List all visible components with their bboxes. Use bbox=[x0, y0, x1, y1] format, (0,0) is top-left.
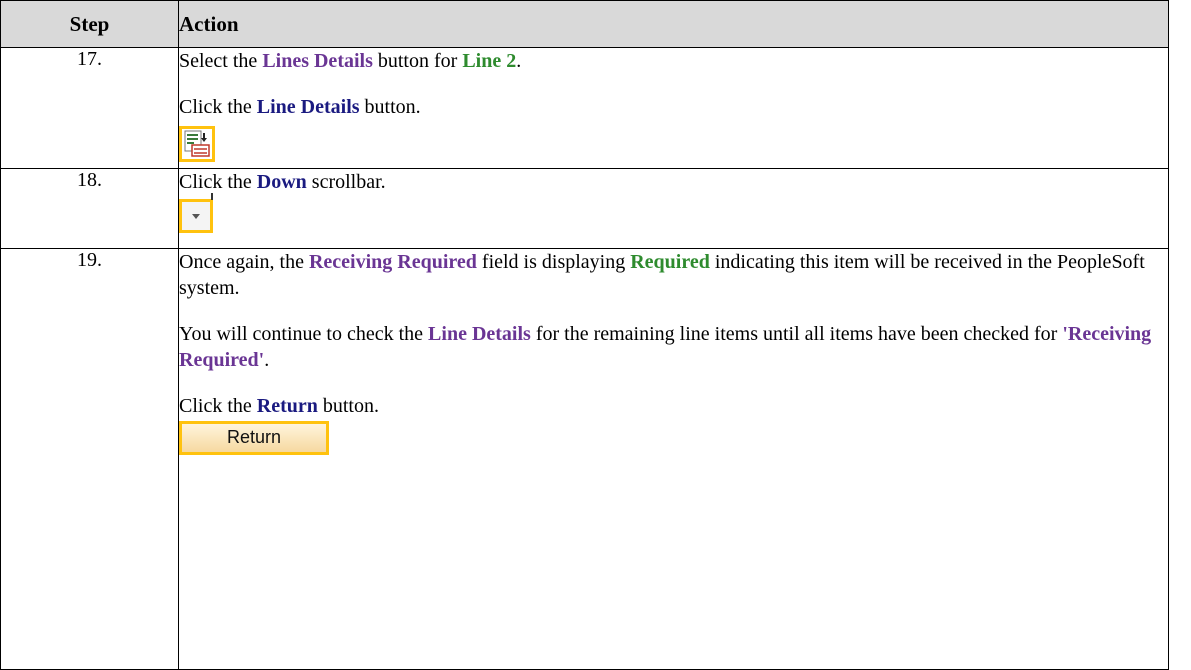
instruction-text: Click the Down scrollbar. bbox=[179, 169, 1168, 195]
action-target-name: Return bbox=[256, 395, 318, 417]
step-number: 17. bbox=[0, 47, 179, 169]
action-column-header: Action bbox=[178, 0, 1169, 48]
step-number: 18. bbox=[0, 168, 179, 249]
step-row-17: 17. Select the Lines Details button for … bbox=[0, 47, 1169, 169]
instruction-text: You will continue to check the Line Deta… bbox=[179, 321, 1168, 373]
line-details-icon bbox=[184, 130, 210, 157]
step-row-18: 18. Click the Down scrollbar. bbox=[0, 168, 1169, 249]
chevron-down-icon bbox=[182, 202, 210, 230]
step-row-19: 19. Once again, the Receiving Required f… bbox=[0, 248, 1169, 670]
ui-element-name: Receiving Required bbox=[308, 251, 477, 273]
step-action: Once again, the Receiving Required field… bbox=[178, 248, 1169, 670]
text-segment: Click the bbox=[179, 96, 257, 118]
return-button[interactable]: Return bbox=[179, 421, 329, 455]
action-target-name: Line Details bbox=[256, 96, 360, 118]
text-segment: scrollbar. bbox=[306, 171, 386, 193]
action-target-name: Down bbox=[256, 171, 307, 193]
text-segment: . bbox=[264, 349, 270, 371]
line-details-button[interactable] bbox=[179, 126, 215, 162]
text-segment: field is displaying bbox=[476, 251, 631, 273]
steps-table: Step Action 17. Select the Lines Details… bbox=[0, 0, 1169, 670]
step-column-header: Step bbox=[0, 0, 179, 48]
text-segment: Click the bbox=[179, 171, 257, 193]
text-segment: Select the bbox=[179, 50, 263, 72]
instruction-text: Click the Line Details button. bbox=[179, 94, 1168, 120]
text-segment: for the remaining line items until all i… bbox=[530, 323, 1063, 345]
step-number: 19. bbox=[0, 248, 179, 670]
text-segment: Once again, the bbox=[179, 251, 309, 273]
scrollbar-edge bbox=[211, 193, 213, 200]
header-row: Step Action bbox=[0, 0, 1169, 48]
instruction-text: Click the Return button. bbox=[179, 393, 1168, 419]
text-segment: button. bbox=[359, 96, 421, 118]
text-segment: You will continue to check the bbox=[179, 323, 429, 345]
value-name: Line 2 bbox=[462, 50, 517, 72]
text-segment: button for bbox=[372, 50, 463, 72]
text-segment: button. bbox=[317, 395, 379, 417]
step-action: Select the Lines Details button for Line… bbox=[178, 47, 1169, 169]
instruction-text: Once again, the Receiving Required field… bbox=[179, 249, 1168, 301]
ui-element-name: Line Details bbox=[428, 323, 531, 345]
down-scrollbar-button[interactable] bbox=[179, 193, 213, 233]
ui-element-name: Lines Details bbox=[262, 50, 373, 72]
text-segment: . bbox=[516, 50, 522, 72]
text-segment: Click the bbox=[179, 395, 257, 417]
value-name: Required bbox=[630, 251, 710, 273]
instruction-text: Select the Lines Details button for Line… bbox=[179, 48, 1168, 74]
step-action: Click the Down scrollbar. bbox=[178, 168, 1169, 249]
